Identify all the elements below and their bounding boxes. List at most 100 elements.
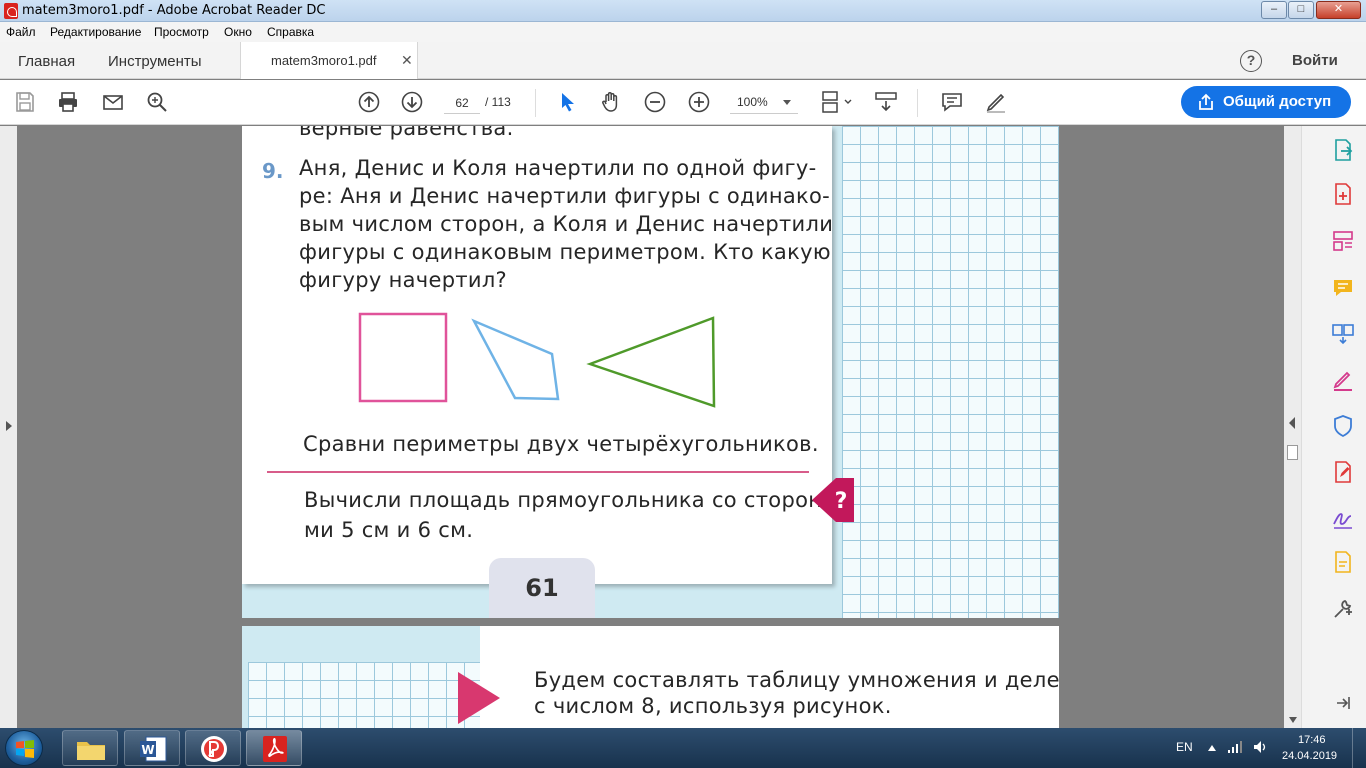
- tab-bar: Главная Инструменты matem3moro1.pdf ✕ ? …: [0, 42, 1366, 79]
- scroll-down-icon[interactable]: [1288, 716, 1298, 724]
- window-title-bar: matem3moro1.pdf - Adobe Acrobat Reader D…: [0, 0, 1366, 22]
- clock-date[interactable]: 24.04.2019: [1282, 750, 1337, 762]
- task-line: вым числом сторон, а Коля и Денис начерт…: [299, 212, 834, 236]
- tab-tools[interactable]: Инструменты: [108, 53, 202, 70]
- start-button[interactable]: [5, 730, 43, 766]
- menu-view[interactable]: Просмотр: [154, 25, 209, 39]
- toolbar-divider: [535, 89, 536, 117]
- help-icon[interactable]: ?: [1240, 50, 1262, 72]
- quadrilateral-figure: [471, 318, 560, 401]
- toolbar-divider: [917, 89, 918, 117]
- share-icon: [1199, 93, 1213, 110]
- menu-window[interactable]: Окно: [224, 25, 252, 39]
- combine-files-icon[interactable]: [1331, 322, 1355, 346]
- acrobat-app-icon: [4, 3, 18, 19]
- page-number: 61: [525, 574, 559, 602]
- task-line: ре: Аня и Денис начертили фигуры с одина…: [299, 184, 831, 208]
- stamp-document-icon[interactable]: [1331, 550, 1355, 574]
- acrobat-taskbar-button[interactable]: [246, 730, 302, 766]
- section-divider: [267, 471, 809, 473]
- task-number: 9.: [262, 159, 284, 183]
- right-tools-panel: [1301, 126, 1366, 728]
- menu-bar: Файл Редактирование Просмотр Окно Справк…: [0, 22, 1366, 42]
- close-window-button[interactable]: ✕: [1316, 1, 1361, 19]
- figures-illustration: [358, 312, 716, 408]
- create-pdf-icon[interactable]: [1331, 182, 1355, 206]
- left-panel-toggle-strip: [0, 126, 17, 728]
- collapse-right-panel-icon[interactable]: [1287, 416, 1297, 430]
- acrobat-icon: [263, 736, 287, 762]
- scrollbar-thumb[interactable]: [1287, 445, 1298, 460]
- more-tools-icon[interactable]: [1331, 597, 1355, 621]
- share-button[interactable]: Общий доступ: [1181, 86, 1351, 118]
- highlight-pen-icon[interactable]: [984, 90, 1008, 114]
- next-task-line: с числом 8, используя рисунок.: [534, 694, 892, 718]
- fill-sign-icon[interactable]: [1331, 368, 1355, 392]
- task-line: фигуру начертил?: [299, 268, 508, 292]
- menu-help[interactable]: Справка: [267, 25, 314, 39]
- svg-text:W: W: [141, 743, 154, 757]
- document-tab-label: matem3moro1.pdf: [271, 53, 377, 68]
- close-tab-icon[interactable]: ✕: [401, 52, 413, 69]
- hand-tool-icon[interactable]: [599, 90, 623, 114]
- next-page-icon[interactable]: [400, 90, 424, 114]
- scroll-mode-icon[interactable]: [874, 90, 898, 114]
- volume-icon[interactable]: [1252, 739, 1268, 755]
- yandex-taskbar-button[interactable]: [185, 730, 241, 766]
- prev-page-icon[interactable]: [357, 90, 381, 114]
- task-line: фигуры с одинаковым периметром. Кто каку…: [299, 240, 831, 264]
- export-pdf-icon[interactable]: [1331, 138, 1355, 162]
- menu-edit[interactable]: Редактирование: [50, 25, 141, 39]
- window-title: matem3moro1.pdf - Adobe Acrobat Reader D…: [22, 3, 326, 18]
- question-mark: ?: [835, 489, 848, 514]
- collapse-panel-icon[interactable]: [1334, 694, 1352, 712]
- vertical-scrollbar[interactable]: [1284, 126, 1301, 728]
- windows-taskbar: W EN 17:46 24.04.2019: [0, 728, 1366, 768]
- pointer-triangle-icon: [458, 672, 500, 724]
- chevron-down-icon: [783, 100, 791, 105]
- tab-home[interactable]: Главная: [18, 53, 75, 70]
- sign-in-button[interactable]: Войти: [1292, 52, 1338, 69]
- page-display-icon[interactable]: [820, 90, 854, 114]
- protect-shield-icon[interactable]: [1331, 414, 1355, 438]
- graph-paper-block: [242, 626, 480, 728]
- explorer-icon: [77, 742, 105, 760]
- page-text-panel: верные равенства. 9. Аня, Денис и Коля н…: [242, 126, 843, 618]
- network-signal-icon[interactable]: [1227, 740, 1243, 754]
- show-hidden-icons-icon[interactable]: [1207, 744, 1217, 752]
- select-cursor-icon[interactable]: [556, 90, 580, 114]
- language-indicator[interactable]: EN: [1176, 740, 1193, 754]
- word-icon: W: [140, 736, 167, 762]
- expand-left-panel-icon[interactable]: [5, 420, 13, 432]
- zoom-in-icon[interactable]: [687, 90, 711, 114]
- word-taskbar-button[interactable]: W: [124, 730, 180, 766]
- save-icon[interactable]: [13, 90, 37, 114]
- pdf-page-62: Будем составлять таблицу умножения и дел…: [242, 626, 1059, 728]
- menu-file[interactable]: Файл: [6, 25, 36, 39]
- maximize-button[interactable]: □: [1288, 1, 1314, 19]
- clock-time[interactable]: 17:46: [1298, 734, 1326, 746]
- edit-pdf-icon[interactable]: [1331, 460, 1355, 484]
- area-task-line: Вычисли площадь прямоугольника со сторон…: [304, 488, 844, 512]
- tab-document[interactable]: matem3moro1.pdf ✕: [240, 42, 418, 79]
- comment-tool-icon[interactable]: [1331, 276, 1355, 300]
- comment-icon[interactable]: [940, 90, 964, 114]
- next-task-line: Будем составлять таблицу умножения и дел…: [534, 668, 1059, 692]
- minimize-button[interactable]: –: [1261, 1, 1287, 19]
- zoom-out-icon[interactable]: [643, 90, 667, 114]
- organize-pages-icon[interactable]: [1331, 229, 1355, 253]
- page-number-input[interactable]: [444, 92, 480, 114]
- triangle-figure: [586, 316, 716, 408]
- email-icon[interactable]: [101, 90, 125, 114]
- toolbar: / 113 100% Общий доступ: [0, 80, 1366, 125]
- explorer-taskbar-button[interactable]: [62, 730, 118, 766]
- task-line: Аня, Денис и Коля начертили по одной фиг…: [299, 156, 817, 180]
- search-icon[interactable]: [145, 90, 169, 114]
- zoom-level-select[interactable]: 100%: [730, 92, 798, 114]
- print-icon[interactable]: [56, 90, 80, 114]
- windows-logo-icon: [16, 740, 34, 758]
- send-for-signature-icon[interactable]: [1331, 506, 1355, 530]
- show-desktop-button[interactable]: [1352, 728, 1366, 768]
- zoom-level-value: 100%: [737, 95, 768, 109]
- document-viewer[interactable]: верные равенства. 9. Аня, Денис и Коля н…: [17, 126, 1301, 728]
